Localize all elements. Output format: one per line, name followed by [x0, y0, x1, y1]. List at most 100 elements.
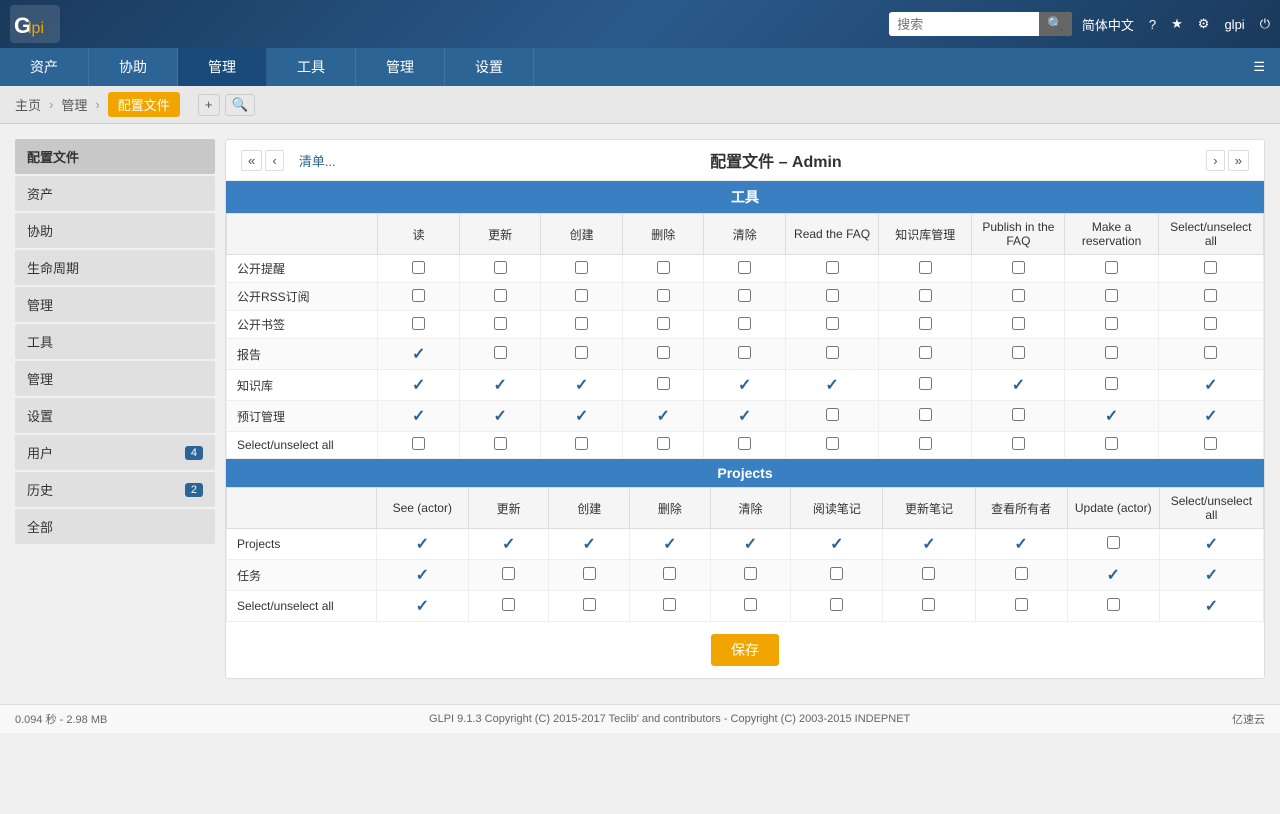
- checkbox-input[interactable]: [738, 261, 751, 274]
- proj-cell-0-8[interactable]: [1067, 529, 1159, 560]
- checkbox-input[interactable]: [826, 437, 839, 450]
- tools-cell-2-2[interactable]: [541, 311, 623, 339]
- checkbox-input[interactable]: [738, 317, 751, 330]
- checkbox-input[interactable]: [1012, 408, 1025, 421]
- tools-cell-4-2[interactable]: ✓: [541, 370, 623, 401]
- checkbox-input[interactable]: [575, 289, 588, 302]
- tools-cell-1-7[interactable]: [972, 283, 1065, 311]
- sidebar-item-assets[interactable]: 资产: [15, 176, 215, 211]
- tools-cell-6-2[interactable]: [541, 432, 623, 459]
- checkbox-input[interactable]: [657, 289, 670, 302]
- checkbox-input[interactable]: [412, 317, 425, 330]
- tools-cell-0-5[interactable]: [785, 255, 878, 283]
- proj-cell-1-2[interactable]: [549, 560, 630, 591]
- tools-cell-4-7[interactable]: ✓: [972, 370, 1065, 401]
- nav-item-assets[interactable]: 资产: [0, 48, 89, 86]
- checkbox-input[interactable]: [919, 317, 932, 330]
- tools-cell-5-5[interactable]: [785, 401, 878, 432]
- tools-cell-5-0[interactable]: ✓: [378, 401, 460, 432]
- proj-cell-0-7[interactable]: ✓: [975, 529, 1067, 560]
- proj-cell-2-3[interactable]: [630, 591, 711, 622]
- tools-cell-3-0[interactable]: ✓: [378, 339, 460, 370]
- checkbox-input[interactable]: [738, 289, 751, 302]
- checkbox-input[interactable]: [657, 261, 670, 274]
- proj-cell-0-4[interactable]: ✓: [710, 529, 791, 560]
- add-button[interactable]: +: [198, 94, 220, 116]
- checkbox-input[interactable]: [502, 598, 515, 611]
- search-button[interactable]: 🔍: [1039, 12, 1072, 36]
- checkbox-input[interactable]: [919, 289, 932, 302]
- checkbox-input[interactable]: [826, 317, 839, 330]
- proj-cell-1-1[interactable]: [468, 560, 549, 591]
- checkbox-input[interactable]: [663, 598, 676, 611]
- checkbox-input[interactable]: [1012, 346, 1025, 359]
- proj-cell-2-9[interactable]: ✓: [1159, 591, 1263, 622]
- nav-item-manage1[interactable]: 管理: [178, 48, 267, 86]
- checkbox-input[interactable]: [583, 567, 596, 580]
- help-icon[interactable]: ?: [1149, 17, 1156, 32]
- checkbox-input[interactable]: [575, 261, 588, 274]
- proj-cell-1-8[interactable]: ✓: [1067, 560, 1159, 591]
- tools-cell-6-0[interactable]: [378, 432, 460, 459]
- nav-item-assist[interactable]: 协助: [89, 48, 178, 86]
- sidebar-item-profile[interactable]: 配置文件: [15, 139, 215, 174]
- checkbox-input[interactable]: [826, 346, 839, 359]
- tools-cell-5-8[interactable]: ✓: [1065, 401, 1158, 432]
- tools-cell-6-8[interactable]: [1065, 432, 1158, 459]
- tools-cell-5-3[interactable]: ✓: [622, 401, 704, 432]
- tools-cell-4-6[interactable]: [879, 370, 972, 401]
- tools-cell-5-6[interactable]: [879, 401, 972, 432]
- checkbox-input[interactable]: [922, 567, 935, 580]
- sidebar-item-settings[interactable]: 设置: [15, 398, 215, 433]
- proj-cell-1-3[interactable]: [630, 560, 711, 591]
- checkbox-input[interactable]: [494, 346, 507, 359]
- checkbox-input[interactable]: [744, 567, 757, 580]
- tools-cell-2-6[interactable]: [879, 311, 972, 339]
- checkbox-input[interactable]: [919, 437, 932, 450]
- nav-item-tools[interactable]: 工具: [267, 48, 356, 86]
- tools-cell-6-7[interactable]: [972, 432, 1065, 459]
- checkbox-input[interactable]: [575, 346, 588, 359]
- tools-cell-6-1[interactable]: [459, 432, 541, 459]
- checkbox-input[interactable]: [830, 567, 843, 580]
- last-page-button[interactable]: »: [1228, 150, 1249, 171]
- proj-cell-1-4[interactable]: [710, 560, 791, 591]
- proj-cell-1-9[interactable]: ✓: [1159, 560, 1263, 591]
- tools-cell-5-4[interactable]: ✓: [704, 401, 786, 432]
- checkbox-input[interactable]: [744, 598, 757, 611]
- checkbox-input[interactable]: [494, 289, 507, 302]
- tools-cell-2-1[interactable]: [459, 311, 541, 339]
- checkbox-input[interactable]: [1204, 437, 1217, 450]
- proj-cell-0-1[interactable]: ✓: [468, 529, 549, 560]
- search-breadcrumb-button[interactable]: 🔍: [225, 94, 256, 116]
- checkbox-input[interactable]: [494, 261, 507, 274]
- tools-cell-5-9[interactable]: ✓: [1158, 401, 1263, 432]
- tools-cell-3-7[interactable]: [972, 339, 1065, 370]
- save-button[interactable]: 保存: [711, 634, 779, 666]
- tools-cell-0-3[interactable]: [622, 255, 704, 283]
- tools-cell-2-5[interactable]: [785, 311, 878, 339]
- tools-cell-2-9[interactable]: [1158, 311, 1263, 339]
- checkbox-input[interactable]: [1204, 317, 1217, 330]
- checkbox-input[interactable]: [657, 317, 670, 330]
- tools-cell-6-6[interactable]: [879, 432, 972, 459]
- tools-cell-1-9[interactable]: [1158, 283, 1263, 311]
- checkbox-input[interactable]: [494, 317, 507, 330]
- list-link[interactable]: 清单...: [299, 151, 336, 170]
- checkbox-input[interactable]: [1105, 377, 1118, 390]
- tools-cell-2-8[interactable]: [1065, 311, 1158, 339]
- proj-cell-1-5[interactable]: [791, 560, 883, 591]
- checkbox-input[interactable]: [919, 261, 932, 274]
- checkbox-input[interactable]: [1012, 437, 1025, 450]
- checkbox-input[interactable]: [657, 346, 670, 359]
- search-box[interactable]: 🔍: [889, 12, 1072, 36]
- tools-cell-2-7[interactable]: [972, 311, 1065, 339]
- tools-cell-2-3[interactable]: [622, 311, 704, 339]
- tools-cell-4-5[interactable]: ✓: [785, 370, 878, 401]
- proj-cell-2-1[interactable]: [468, 591, 549, 622]
- tools-cell-1-3[interactable]: [622, 283, 704, 311]
- tools-cell-4-8[interactable]: [1065, 370, 1158, 401]
- sidebar-item-assist[interactable]: 协助: [15, 213, 215, 248]
- tools-cell-0-1[interactable]: [459, 255, 541, 283]
- checkbox-input[interactable]: [826, 408, 839, 421]
